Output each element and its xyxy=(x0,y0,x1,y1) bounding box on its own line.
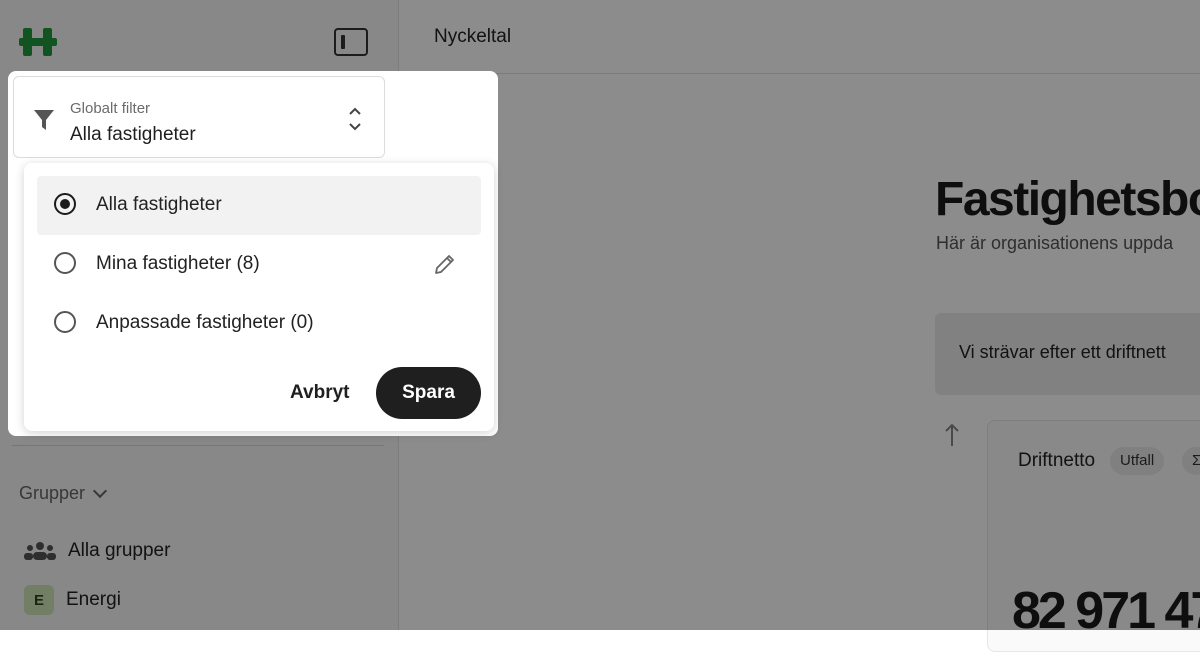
radio-selected-icon[interactable] xyxy=(54,193,76,215)
filter-option-mine[interactable]: Mina fastigheter (8) xyxy=(37,235,481,294)
global-filter-select[interactable]: Globalt filter Alla fastigheter xyxy=(13,76,385,158)
filter-dropdown: Alla fastigheter Mina fastigheter (8) An… xyxy=(24,163,494,431)
option-label: Anpassade fastigheter (0) xyxy=(96,312,314,333)
pencil-icon[interactable] xyxy=(433,252,457,276)
filter-option-all[interactable]: Alla fastigheter xyxy=(37,176,481,235)
save-button[interactable]: Spara xyxy=(376,367,481,419)
filter-caption: Globalt filter xyxy=(70,100,151,117)
radio-icon[interactable] xyxy=(54,311,76,333)
cancel-button[interactable]: Avbryt xyxy=(282,367,357,419)
filter-icon xyxy=(34,110,54,130)
radio-icon[interactable] xyxy=(54,252,76,274)
option-label: Alla fastigheter xyxy=(96,194,222,215)
filter-option-custom[interactable]: Anpassade fastigheter (0) xyxy=(37,294,481,353)
option-label: Mina fastigheter (8) xyxy=(96,253,260,274)
filter-value: Alla fastigheter xyxy=(70,124,196,145)
chevron-updown-icon xyxy=(349,107,361,131)
global-filter-panel: Globalt filter Alla fastigheter Alla fas… xyxy=(8,71,498,436)
